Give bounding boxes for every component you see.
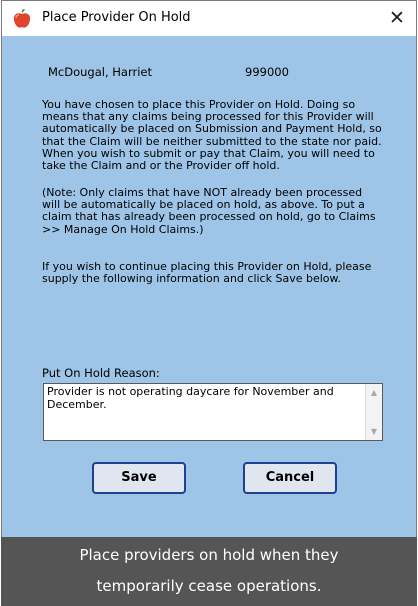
chevron-up-icon[interactable]: ▲ [366, 386, 382, 400]
provider-id: 999000 [245, 65, 289, 79]
chevron-down-icon[interactable]: ▼ [366, 425, 382, 439]
provider-name: McDougal, Harriet [48, 65, 153, 79]
reason-scrollbar[interactable]: ▲ ▼ [365, 384, 382, 440]
dialog-content: McDougal, Harriet 999000 You have chosen… [2, 36, 416, 541]
close-button[interactable]: ✕ [383, 5, 411, 31]
save-button[interactable]: Save [92, 462, 186, 494]
place-provider-on-hold-dialog: Place Provider On Hold ✕ McDougal, Harri… [1, 0, 417, 540]
reason-label: Put On Hold Reason: [42, 366, 160, 380]
caption-line-2: temporarily cease operations. [96, 577, 322, 595]
reason-textarea[interactable]: Provider is not operating daycare for No… [43, 383, 383, 441]
title-bar: Place Provider On Hold ✕ [2, 1, 416, 36]
hold-explanation-paragraph: You have chosen to place this Provider o… [42, 98, 382, 173]
cancel-button[interactable]: Cancel [243, 462, 337, 494]
caption-line-1: Place providers on hold when they [79, 546, 339, 564]
hold-instruction-paragraph: If you wish to continue placing this Pro… [42, 260, 372, 286]
dialog-title: Place Provider On Hold [42, 10, 191, 25]
hold-note-paragraph: (Note: Only claims that have NOT already… [42, 186, 376, 236]
apple-icon [13, 9, 31, 28]
reason-text: Provider is not operating daycare for No… [47, 385, 334, 411]
caption-banner: Place providers on hold when they tempor… [1, 537, 417, 606]
